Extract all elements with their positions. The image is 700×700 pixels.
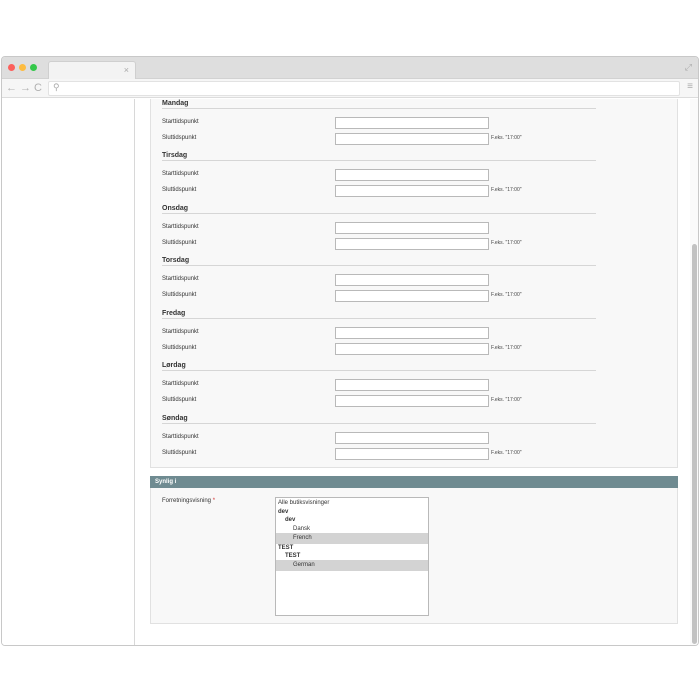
store-view-option[interactable]: Dansk [276,525,428,533]
reload-icon[interactable]: C [34,81,42,95]
end-time-label: Sluttidspunkt [162,292,197,298]
day-block-0: Mandag Starttidspunkt Sluttidspunkt F.eks. … [162,99,596,145]
end-time-label: Sluttidspunkt [162,240,197,246]
start-time-input[interactable] [335,222,489,234]
start-time-input[interactable] [335,379,489,391]
start-time-input[interactable] [335,327,489,339]
start-time-input[interactable] [335,274,489,286]
store-view-label: Forretningsvisning * [162,498,216,504]
store-view-option[interactable]: dev [276,516,428,524]
end-time-input[interactable] [335,290,489,302]
close-window-button[interactable] [8,64,15,71]
start-time-input[interactable] [335,432,489,444]
start-time-label: Starttidspunkt [162,224,199,230]
browser-tab[interactable]: × [48,61,136,79]
end-time-input[interactable] [335,133,489,145]
opening-hours-section: Mandag Starttidspunkt Sluttidspunkt F.eks. … [150,99,678,468]
address-bar[interactable]: ⚲ [48,81,680,96]
day-block-1: Tirsdag Starttidspunkt Sluttidspunkt F.eks.… [162,151,596,197]
required-marker: * [212,498,216,504]
search-icon: ⚲ [53,82,60,92]
day-block-2: Onsdag Starttidspunkt Sluttidspunkt F.eks. … [162,204,596,250]
title-bar: × ⤢ [2,57,698,79]
scrollbar-thumb[interactable] [692,244,697,644]
time-format-hint: F.eks. "17:00" [491,292,522,298]
start-time-row: Starttidspunkt [162,222,682,234]
end-time-label: Sluttidspunkt [162,187,197,193]
tab-close-icon[interactable]: × [124,64,129,76]
start-time-label: Starttidspunkt [162,434,199,440]
start-time-label: Starttidspunkt [162,171,199,177]
start-time-row: Starttidspunkt [162,169,682,181]
store-view-multiselect[interactable]: Alle butiksvisninger dev dev Dansk French TES… [275,497,429,616]
time-format-hint: F.eks. "17:00" [491,397,522,403]
day-title: Onsdag [162,204,596,214]
day-block-3: Torsdag Starttidspunkt Sluttidspunkt F.eks.… [162,256,596,302]
end-time-row: Sluttidspunkt F.eks. "17:00" [162,238,682,250]
back-arrow-icon[interactable]: ← [6,81,17,95]
end-time-label: Sluttidspunkt [162,345,197,351]
admin-sidebar [2,99,135,645]
day-title: Mandag [162,99,596,109]
store-view-option[interactable]: dev [276,508,428,516]
end-time-row: Sluttidspunkt F.eks. "17:00" [162,290,682,302]
start-time-input[interactable] [335,169,489,181]
store-view-option[interactable]: Alle butiksvisninger [276,498,428,508]
store-view-option[interactable]: French [276,533,428,544]
day-block-5: Lørdag Starttidspunkt Sluttidspunkt F.eks. … [162,361,596,407]
end-time-row: Sluttidspunkt F.eks. "17:00" [162,343,682,355]
end-time-label: Sluttidspunkt [162,135,197,141]
time-format-hint: F.eks. "17:00" [491,450,522,456]
maximize-window-button[interactable] [30,64,37,71]
day-title: Lørdag [162,361,596,371]
vertical-scrollbar[interactable] [690,99,698,645]
store-view-option[interactable]: TEST [276,544,428,552]
start-time-row: Starttidspunkt [162,327,682,339]
start-time-row: Starttidspunkt [162,117,682,129]
end-time-label: Sluttidspunkt [162,450,197,456]
minimize-window-button[interactable] [19,64,26,71]
start-time-label: Starttidspunkt [162,329,199,335]
time-format-hint: F.eks. "17:00" [491,240,522,246]
end-time-row: Sluttidspunkt F.eks. "17:00" [162,133,682,145]
fullscreen-icon[interactable]: ⤢ [685,62,692,73]
start-time-row: Starttidspunkt [162,432,682,444]
forward-arrow-icon[interactable]: → [20,81,31,95]
start-time-input[interactable] [335,117,489,129]
end-time-row: Sluttidspunkt F.eks. "17:00" [162,395,682,407]
store-view-option[interactable]: TEST [276,552,428,560]
synlig-section: Forretningsvisning * Alle butiksvisninge… [150,488,678,624]
day-title: Torsdag [162,256,596,266]
end-time-input[interactable] [335,395,489,407]
day-title: Fredag [162,309,596,319]
day-block-6: Søndag Starttidspunkt Sluttidspunkt F.eks. … [162,414,596,460]
day-block-4: Fredag Starttidspunkt Sluttidspunkt F.eks. … [162,309,596,355]
end-time-row: Sluttidspunkt F.eks. "17:00" [162,448,682,460]
time-format-hint: F.eks. "17:00" [491,187,522,193]
start-time-label: Starttidspunkt [162,119,199,125]
end-time-input[interactable] [335,238,489,250]
start-time-label: Starttidspunkt [162,276,199,282]
start-time-row: Starttidspunkt [162,379,682,391]
browser-toolbar: ← → C ⚲ ≡ [2,79,698,98]
end-time-input[interactable] [335,343,489,355]
end-time-label: Sluttidspunkt [162,397,197,403]
start-time-label: Starttidspunkt [162,381,199,387]
end-time-input[interactable] [335,185,489,197]
menu-icon[interactable]: ≡ [687,81,693,92]
end-time-row: Sluttidspunkt F.eks. "17:00" [162,185,682,197]
time-format-hint: F.eks. "17:00" [491,345,522,351]
start-time-row: Starttidspunkt [162,274,682,286]
end-time-input[interactable] [335,448,489,460]
synlig-section-header[interactable]: Synlig i [150,476,678,488]
page-viewport: Mandag Starttidspunkt Sluttidspunkt F.eks. … [2,99,698,645]
store-view-option[interactable]: German [276,560,428,571]
browser-window: × ⤢ ← → C ⚲ ≡ Mandag Starttidspunkt Slutti… [1,56,699,646]
time-format-hint: F.eks. "17:00" [491,135,522,141]
day-title: Tirsdag [162,151,596,161]
day-title: Søndag [162,414,596,424]
